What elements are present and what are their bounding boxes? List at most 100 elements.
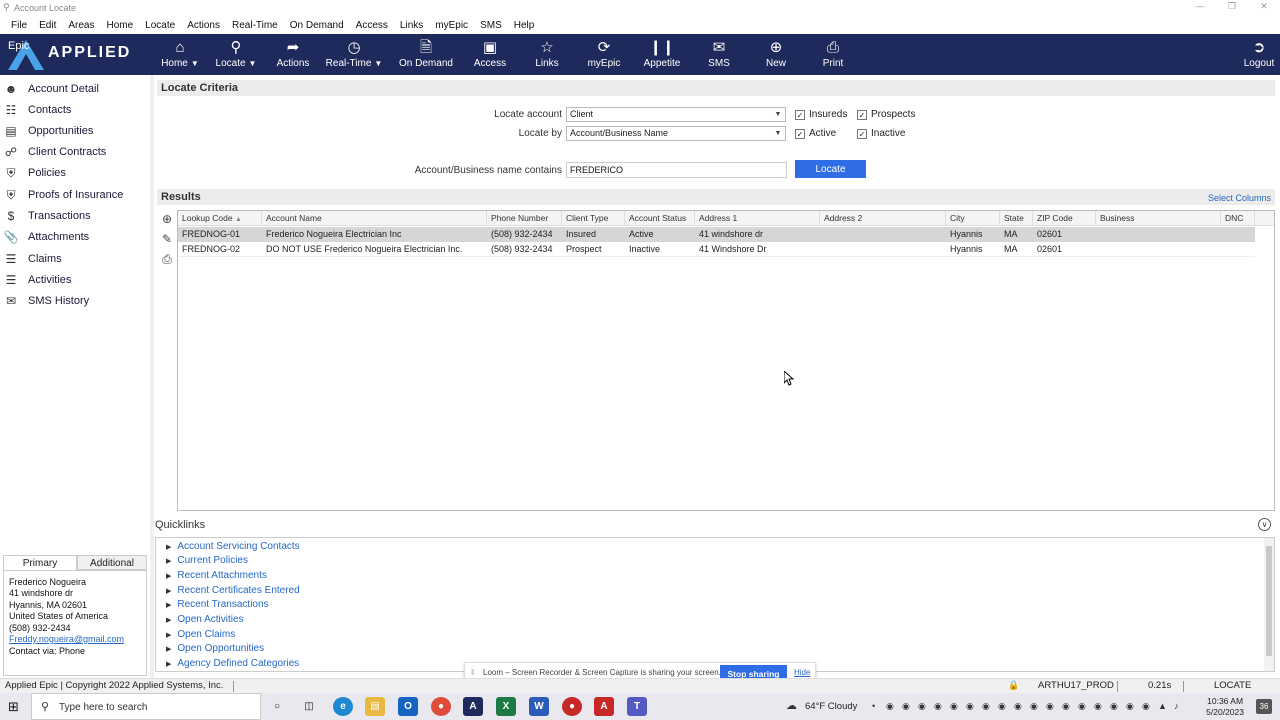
quicklink-agency-defined-categories[interactable]: ▶ Agency Defined Categories (166, 658, 299, 669)
close-icon[interactable]: ✕ (1248, 0, 1280, 14)
col-business[interactable]: Business (1096, 211, 1221, 226)
quicklink-current-policies[interactable]: ▶ Current Policies (166, 555, 248, 566)
appetite-button[interactable]: ❙❙ Appetite (632, 38, 692, 74)
nav-opportunities[interactable]: ▤ Opportunities (0, 121, 150, 141)
col-phone-number[interactable]: Phone Number (487, 211, 562, 226)
quicklink-open-activities[interactable]: ▶ Open Activities (166, 614, 244, 625)
locate-by-select[interactable]: Account/Business Name ▼ (566, 126, 786, 141)
menu-edit[interactable]: Edit (39, 20, 56, 31)
taskbar-search-box[interactable]: ⚲ Type here to search (31, 693, 261, 720)
tray-icon[interactable]: ◉ (1030, 701, 1038, 712)
word-icon[interactable]: W (529, 697, 549, 716)
active-checkbox[interactable]: ✓ Active (795, 128, 836, 139)
tray-icon[interactable]: ◉ (1142, 701, 1150, 712)
insureds-checkbox[interactable]: ✓ Insureds (795, 109, 847, 120)
locate-account-select[interactable]: Client ▼ (566, 107, 786, 122)
tray-icon[interactable]: ◉ (1094, 701, 1102, 712)
tray-icon[interactable]: ◉ (982, 701, 990, 712)
ondemand-button[interactable]: 🗎 On Demand (396, 38, 456, 74)
scrollbar-thumb[interactable] (1266, 546, 1272, 656)
nav-attachments[interactable]: 📎 Attachments (0, 227, 150, 247)
actions-button[interactable]: ➦ Actions (263, 38, 323, 74)
col-account-name[interactable]: Account Name (262, 211, 487, 226)
tray-icon[interactable]: ◉ (902, 701, 910, 712)
links-button[interactable]: ☆ Links (517, 38, 577, 74)
pencil-icon[interactable]: ✎ (159, 232, 175, 252)
quicklink-open-opportunities[interactable]: ▶ Open Opportunities (166, 643, 264, 654)
excel-icon[interactable]: X (496, 697, 516, 716)
quicklinks-scrollbar[interactable] (1264, 538, 1274, 671)
contact-email-link[interactable]: Freddy.nogueira@gmail.com (9, 634, 124, 644)
nav-account-detail[interactable]: ☻ Account Detail (0, 79, 150, 99)
taskbar-clock[interactable]: 10:36 AM 5/20/2023 (1206, 696, 1244, 718)
tray-icon[interactable]: ◉ (950, 701, 958, 712)
quicklink-recent-certificates[interactable]: ▶ Recent Certificates Entered (166, 585, 300, 596)
printer-icon[interactable]: ⎙ (159, 252, 175, 272)
col-address-2[interactable]: Address 2 (820, 211, 946, 226)
nav-activities[interactable]: ☰ Activities (0, 270, 150, 290)
tab-additional[interactable]: Additional (77, 555, 147, 570)
col-account-status[interactable]: Account Status (625, 211, 695, 226)
hide-link[interactable]: Hide (794, 668, 810, 677)
volume-icon[interactable]: ♪ (1174, 701, 1179, 711)
collapse-chevron-icon[interactable]: ∨ (1258, 518, 1271, 531)
teams-icon[interactable]: T (627, 697, 647, 716)
nav-proofs-of-insurance[interactable]: ⛨ Proofs of Insurance (0, 185, 150, 205)
tray-icon[interactable]: ◉ (1062, 701, 1070, 712)
menu-links[interactable]: Links (400, 20, 423, 31)
file-explorer-icon[interactable]: ▤ (365, 697, 385, 716)
menu-sms[interactable]: SMS (480, 20, 502, 31)
col-state[interactable]: State (1000, 211, 1033, 226)
nav-client-contracts[interactable]: ☍ Client Contracts (0, 142, 150, 162)
realtime-button[interactable]: ◷ Real-Time ▼ (324, 38, 384, 74)
col-city[interactable]: City (946, 211, 1000, 226)
nav-transactions[interactable]: $ Transactions (0, 206, 150, 226)
restore-icon[interactable]: ❐ (1216, 0, 1248, 14)
nav-claims[interactable]: ☰ Claims (0, 249, 150, 269)
quicklink-open-claims[interactable]: ▶ Open Claims (166, 629, 235, 640)
prospects-checkbox[interactable]: ✓ Prospects (857, 109, 915, 120)
nav-sms-history[interactable]: ✉ SMS History (0, 291, 150, 311)
tray-icon[interactable]: ◉ (1046, 701, 1054, 712)
notifications-badge[interactable]: 36 (1256, 699, 1272, 714)
acrobat-icon[interactable]: A (594, 697, 614, 716)
tray-icon[interactable]: ◉ (998, 701, 1006, 712)
access-button[interactable]: ▣ Access (460, 38, 520, 74)
sms-button[interactable]: ✉ SMS (689, 38, 749, 74)
tray-icon[interactable]: ◉ (1110, 701, 1118, 712)
menu-ondemand[interactable]: On Demand (290, 20, 344, 31)
print-button[interactable]: ⎙ Print (803, 38, 863, 74)
locate-button[interactable]: ⚲ Locate ▼ (206, 38, 266, 74)
table-row[interactable]: FREDNOG-02 DO NOT USE Frederico Nogueira… (178, 242, 1255, 257)
menu-myepic[interactable]: myEpic (435, 20, 468, 31)
menu-locate[interactable]: Locate (145, 20, 175, 31)
edge-icon[interactable]: e (333, 697, 353, 716)
quicklink-recent-attachments[interactable]: ▶ Recent Attachments (166, 570, 267, 581)
tray-icon[interactable]: ◉ (1014, 701, 1022, 712)
tray-icon[interactable]: ◉ (886, 701, 894, 712)
cortana-icon[interactable]: ○ (267, 697, 287, 716)
inactive-checkbox[interactable]: ✓ Inactive (857, 128, 905, 139)
outlook-icon[interactable]: O (398, 697, 418, 716)
tray-icon[interactable]: ◉ (966, 701, 974, 712)
menu-file[interactable]: File (11, 20, 27, 31)
myepic-button[interactable]: ⟳ myEpic (574, 38, 634, 74)
app-badge-icon[interactable]: ● (562, 697, 582, 716)
menu-areas[interactable]: Areas (68, 20, 94, 31)
select-columns-link[interactable]: Select Columns (1208, 193, 1271, 203)
col-lookup-code[interactable]: Lookup Code ▲ (178, 211, 262, 226)
quicklink-account-servicing-contacts[interactable]: ▶ Account Servicing Contacts (166, 541, 300, 552)
col-zip-code[interactable]: ZIP Code (1033, 211, 1096, 226)
new-button[interactable]: ⊕ New (746, 38, 806, 74)
applied-epic-icon[interactable]: A (463, 697, 483, 716)
network-icon[interactable]: ▲ (1158, 701, 1167, 711)
quicklink-recent-transactions[interactable]: ▶ Recent Transactions (166, 599, 269, 610)
tray-icon[interactable]: ◉ (1126, 701, 1134, 712)
add-circle-icon[interactable]: ⊕ (159, 212, 175, 232)
tray-icon[interactable]: ◉ (934, 701, 942, 712)
menu-actions[interactable]: Actions (187, 20, 220, 31)
locate-submit-button[interactable]: Locate (795, 160, 866, 178)
nav-policies[interactable]: ⛨ Policies (0, 163, 150, 183)
logout-button[interactable]: ➲ Logout (1229, 38, 1280, 74)
chrome-icon[interactable]: ● (431, 697, 451, 716)
